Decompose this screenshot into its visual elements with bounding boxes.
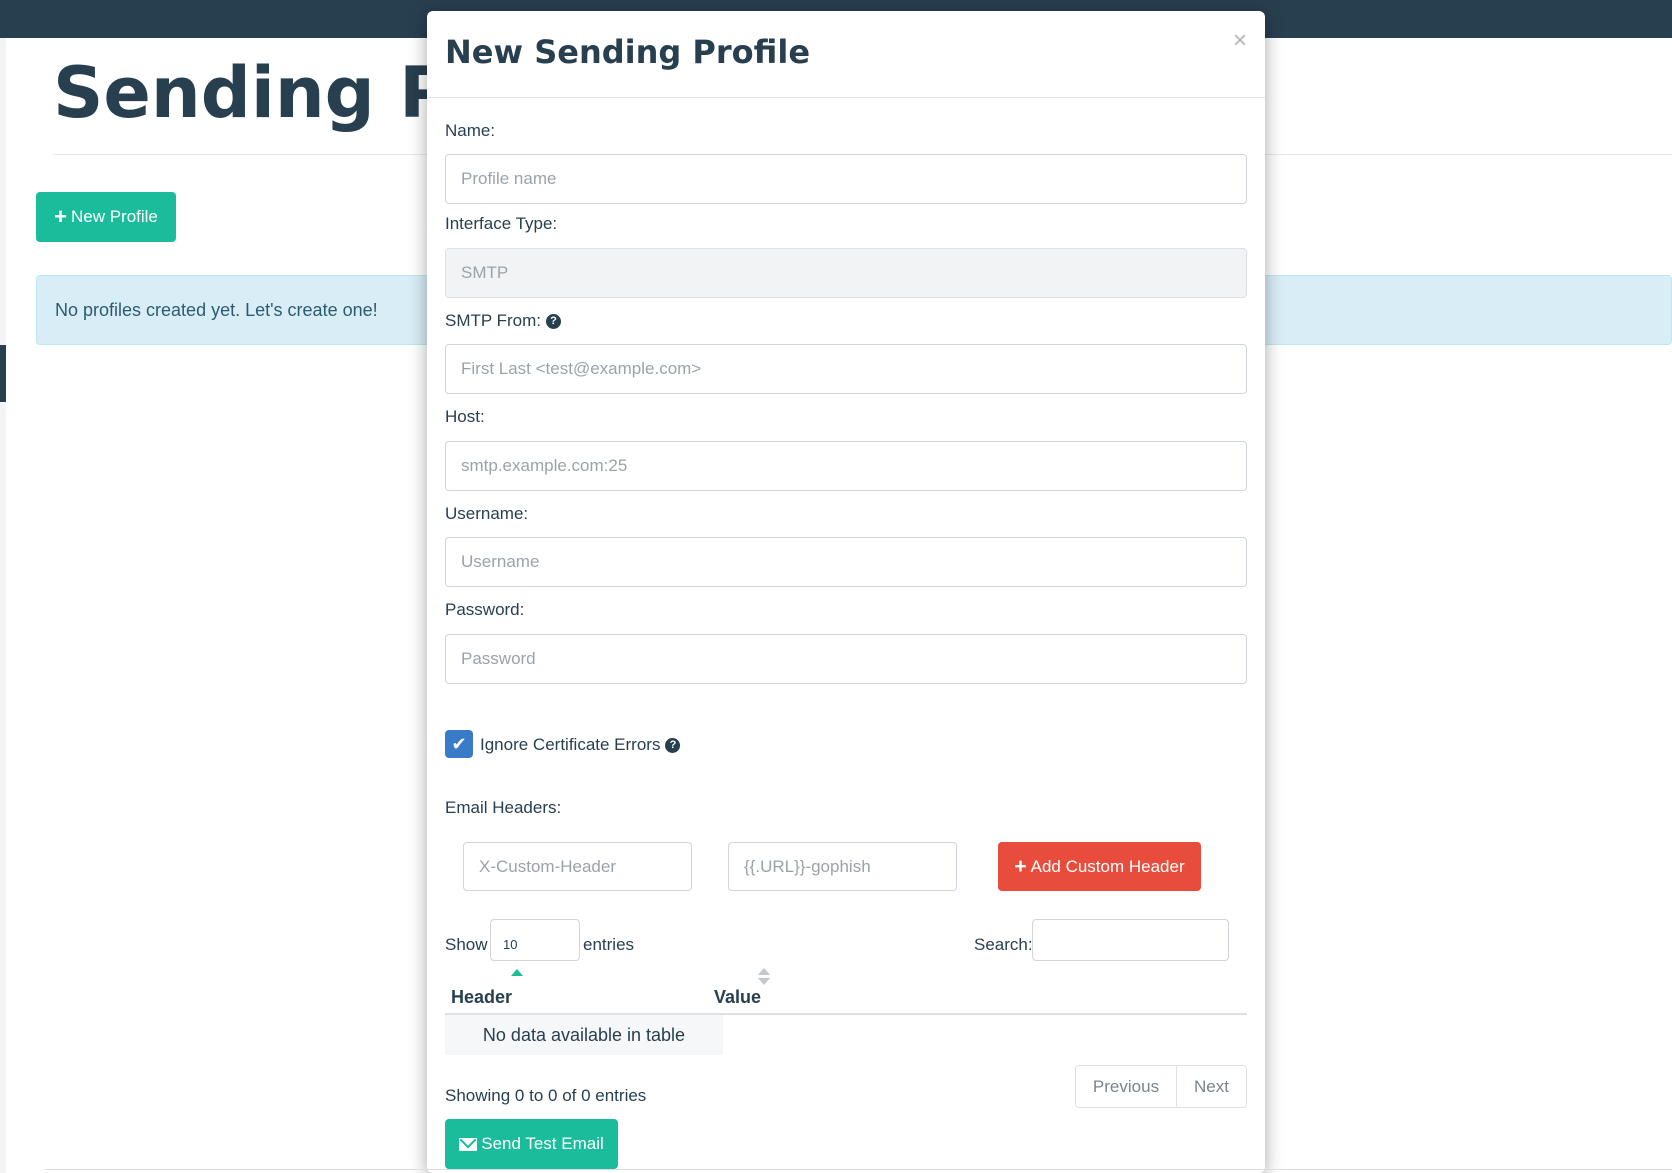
name-label: Name: — [445, 121, 496, 140]
password-input[interactable]: Password — [445, 634, 1247, 684]
smtp-from-input[interactable]: First Last <test@example.com> — [445, 344, 1247, 394]
previous-page-button[interactable]: Previous — [1076, 1066, 1177, 1107]
custom-header-value-placeholder: {{.URL}}-gophish — [744, 856, 871, 876]
check-icon: ✔ — [451, 733, 467, 754]
add-custom-header-label: Add Custom Header — [1030, 856, 1185, 876]
search-label: Search: — [974, 935, 1033, 954]
ignore-cert-label: Ignore Certificate Errors ? — [480, 731, 681, 759]
custom-header-value-input[interactable]: {{.URL}}-gophish — [728, 842, 957, 891]
entries-per-page-select[interactable]: 10 — [490, 919, 580, 961]
show-label: Show — [445, 935, 488, 954]
add-custom-header-button[interactable]: + Add Custom Header — [998, 842, 1201, 891]
page-bottom-divider — [45, 1169, 1672, 1170]
table-search-input[interactable] — [1032, 919, 1229, 961]
sort-ascending-icon — [511, 969, 523, 976]
new-sending-profile-modal: New Sending Profile × Name: Profile name… — [427, 11, 1265, 1173]
host-placeholder: smtp.example.com:25 — [461, 456, 628, 475]
interface-type-input: SMTP — [445, 248, 1247, 298]
help-icon[interactable]: ? — [546, 313, 562, 329]
pagination: Previous Next — [1075, 1065, 1247, 1108]
sidebar-active-indicator — [0, 345, 6, 402]
entries-label: entries — [583, 935, 635, 954]
modal-title: New Sending Profile — [445, 33, 811, 71]
table-empty-text: No data available in table — [482, 1024, 686, 1045]
host-input[interactable]: smtp.example.com:25 — [445, 441, 1247, 491]
smtp-from-label: SMTP From: ? — [445, 311, 562, 331]
send-test-email-button[interactable]: Send Test Email — [445, 1119, 618, 1169]
new-profile-label: New Profile — [70, 207, 158, 226]
sort-icon — [758, 968, 770, 986]
interface-type-value: SMTP — [461, 263, 509, 282]
ignore-cert-label-text: Ignore Certificate Errors — [480, 735, 661, 754]
username-label: Username: — [445, 504, 529, 523]
entries-per-page-value: 10 — [503, 937, 518, 952]
plus-icon: + — [1014, 855, 1027, 878]
table-info: Showing 0 to 0 of 0 entries — [445, 1086, 647, 1105]
smtp-from-placeholder: First Last <test@example.com> — [461, 359, 702, 378]
next-page-button[interactable]: Next — [1177, 1066, 1246, 1107]
help-icon[interactable]: ? — [665, 737, 681, 753]
new-profile-button[interactable]: + New Profile — [36, 192, 176, 242]
column-header-value[interactable]: Value — [714, 987, 761, 1008]
email-headers-label: Email Headers: — [445, 798, 562, 817]
name-input[interactable]: Profile name — [445, 154, 1247, 204]
host-label: Host: — [445, 407, 485, 426]
interface-type-label: Interface Type: — [445, 214, 558, 233]
name-placeholder: Profile name — [461, 169, 557, 188]
password-placeholder: Password — [461, 649, 536, 668]
custom-header-name-input[interactable]: X-Custom-Header — [463, 842, 692, 891]
modal-header-divider — [427, 97, 1265, 98]
sidebar-edge — [0, 38, 6, 1173]
close-icon[interactable]: × — [1233, 29, 1247, 53]
plus-icon: + — [54, 204, 67, 229]
empty-profiles-text: No profiles created yet. Let's create on… — [55, 300, 378, 320]
table-empty-row: No data available in table — [445, 1015, 723, 1055]
send-test-email-label: Send Test Email — [481, 1134, 604, 1153]
envelope-icon — [459, 1137, 478, 1151]
ignore-cert-checkbox[interactable]: ✔ — [445, 730, 473, 758]
username-input[interactable]: Username — [445, 537, 1247, 587]
smtp-from-label-text: SMTP From: — [445, 311, 542, 330]
custom-header-name-placeholder: X-Custom-Header — [479, 856, 616, 876]
username-placeholder: Username — [461, 552, 540, 571]
password-label: Password: — [445, 600, 525, 619]
column-header-header[interactable]: Header — [451, 987, 512, 1008]
